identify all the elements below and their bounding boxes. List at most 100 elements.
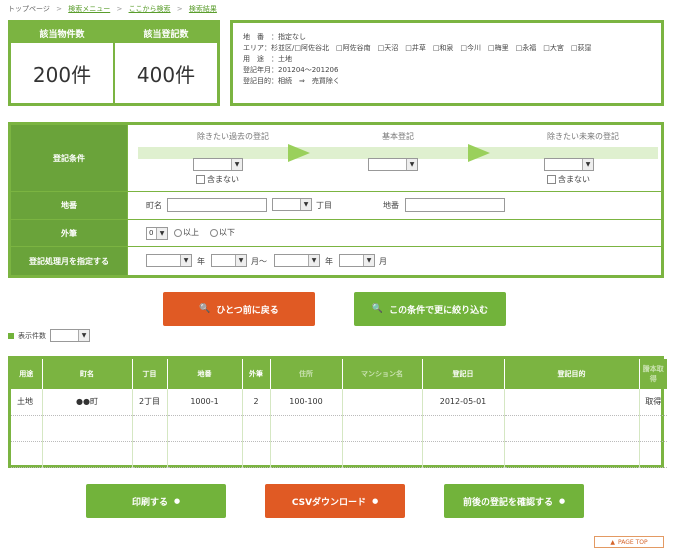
check-around-registry-button[interactable]: 前後の登記を確認する ● (444, 484, 584, 518)
col-date[interactable]: 登記日 (421, 359, 504, 389)
registry-condition-row: 登記条件 除きたい過去の登記 基本登記 除きたい未来の登記 ▼ ▼ ▼ 含まない… (11, 125, 661, 192)
chiban-label: 地番 (11, 192, 128, 219)
period-row: 登記処理月を指定する ▼ 年 ▼ 月〜 ▼ 年 ▼ 月 (11, 247, 661, 275)
results-table: 用途 町名 丁目 地番 外筆 住所 マンション名 登記日 登記目的 謄本取得 土… (8, 356, 667, 468)
gaihitsu-select[interactable]: 0 ▼ (146, 227, 168, 240)
base-registry-heading: 基本登記 (382, 132, 414, 141)
chevron-down-icon: ▼ (180, 255, 191, 266)
future-exclude-option: 含まない (547, 174, 590, 185)
chome-select[interactable]: ▼ (272, 198, 312, 211)
chevron-down-icon: ▼ (235, 255, 246, 266)
cell-transcript-link[interactable]: 取得 (638, 389, 667, 416)
above-radio[interactable] (174, 228, 182, 237)
period-label: 登記処理月を指定する (11, 247, 128, 275)
property-count-label: 該当物件数 (11, 23, 113, 43)
chevron-down-icon: ▼ (363, 255, 374, 266)
end-month-select[interactable]: ▼ (339, 254, 375, 267)
base-registry-select[interactable]: ▼ (368, 158, 418, 171)
up-arrow-icon: ▲ (610, 538, 616, 546)
condition-period: 登記年月：201204〜201206 (243, 66, 339, 74)
flow-arrow-icon (288, 144, 310, 162)
col-town[interactable]: 町名 (41, 359, 132, 389)
col-mansion: マンション名 (341, 359, 422, 389)
lot-number-input[interactable] (405, 198, 505, 212)
per-page-control: 表示件数 ▼ (8, 329, 90, 342)
col-transcript: 謄本取得 (638, 359, 667, 389)
chevron-down-icon: ▼ (231, 159, 242, 170)
search-conditions-summary: 地 番 ：指定なし エリア：杉並区/□阿佐谷北 □阿佐谷南 □天沼 □井草 □和… (230, 20, 664, 106)
breadcrumb-top[interactable]: トップページ (8, 5, 50, 13)
registry-count: 該当登記数 400件 (113, 23, 217, 103)
condition-chiban: 地 番 ：指定なし (243, 33, 306, 41)
flow-arrow-icon (468, 144, 490, 162)
breadcrumb-from-link[interactable]: ここから検索 (129, 5, 171, 13)
condition-usage: 用 途 ：土地 (243, 55, 292, 63)
gaihitsu-row: 外筆 0 ▼ 以上 以下 (11, 220, 661, 247)
past-registry-heading: 除きたい過去の登記 (197, 132, 269, 141)
breadcrumb-menu-link[interactable]: 検索メニュー (68, 5, 110, 13)
future-registry-heading: 除きたい未来の登記 (547, 132, 619, 141)
chevron-down-icon: ▼ (300, 199, 311, 210)
property-count: 該当物件数 200件 (11, 23, 113, 103)
condition-area: エリア：杉並区/□阿佐谷北 □阿佐谷南 □天沼 □井草 □和泉 □今川 □梅里 … (243, 44, 592, 52)
print-button[interactable]: 印刷する ● (86, 484, 226, 518)
chevron-down-icon: ▼ (308, 255, 319, 266)
back-button[interactable]: 🔍 ひとつ前に戻る (163, 292, 315, 326)
chevron-down-icon: ▼ (156, 228, 167, 239)
town-input[interactable] (167, 198, 267, 212)
below-radio[interactable] (210, 228, 218, 237)
col-gaihitsu[interactable]: 外筆 (241, 359, 270, 389)
refine-button[interactable]: 🔍 この条件で更に絞り込む (354, 292, 506, 326)
registry-count-value: 400件 (136, 62, 196, 87)
count-summary: 該当物件数 200件 該当登記数 400件 (8, 20, 220, 106)
cell-town: ●●町 (41, 389, 132, 416)
registry-condition-label: 登記条件 (11, 125, 128, 191)
col-chome[interactable]: 丁目 (131, 359, 167, 389)
end-year-select[interactable]: ▼ (274, 254, 320, 267)
past-exclude-checkbox[interactable] (196, 175, 205, 184)
cell-lot: 1000-1 (166, 389, 242, 416)
bullet-square-icon (8, 332, 14, 339)
col-address: 住所 (269, 359, 342, 389)
magnifier-icon: 🔍 (199, 304, 211, 314)
page-top-link[interactable]: ▲ PAGE TOP (594, 536, 664, 548)
circle-arrow-icon: ● (173, 497, 181, 505)
breadcrumb: トップページ > 検索メニュー > ここから検索 > 検索結果 (8, 5, 217, 13)
cell-purpose (503, 389, 639, 416)
gaihitsu-label: 外筆 (11, 220, 128, 246)
per-page-select[interactable]: ▼ (50, 329, 90, 342)
chevron-down-icon: ▼ (582, 159, 593, 170)
past-exclude-option: 含まない (196, 174, 239, 185)
circle-arrow-icon: ● (558, 497, 566, 505)
chiban-row: 地番 町名 ▼ 丁目 地番 (11, 192, 661, 220)
circle-arrow-icon: ● (372, 497, 379, 505)
start-month-select[interactable]: ▼ (211, 254, 247, 267)
col-lot[interactable]: 地番 (166, 359, 242, 389)
future-exclude-checkbox[interactable] (547, 175, 556, 184)
col-purpose[interactable]: 登記目的 (503, 359, 639, 389)
below-option[interactable]: 以下 (210, 227, 235, 238)
past-registry-select[interactable]: ▼ (193, 158, 243, 171)
future-registry-select[interactable]: ▼ (544, 158, 594, 171)
table-header-row: 用途 町名 丁目 地番 外筆 住所 マンション名 登記日 登記目的 謄本取得 (11, 359, 667, 389)
condition-purpose: 登記目的：相続 ⇒ 売買除く (243, 77, 340, 85)
chevron-down-icon: ▼ (78, 330, 89, 341)
magnifier-icon: 🔍 (371, 304, 384, 314)
cell-date: 2012-05-01 (421, 389, 504, 416)
registry-count-label: 該当登記数 (115, 23, 217, 43)
cell-mansion (341, 389, 422, 416)
above-option[interactable]: 以上 (174, 227, 199, 238)
cell-gaihitsu: 2 (241, 389, 270, 416)
table-row-empty (11, 441, 667, 468)
table-row: 土地 ●●町 2丁目 1000-1 2 100-100 2012-05-01 取… (11, 389, 667, 416)
csv-download-button[interactable]: CSVダウンロード ● (265, 484, 405, 518)
property-count-value: 200件 (32, 62, 92, 87)
cell-address: 100-100 (269, 389, 342, 416)
col-usage[interactable]: 用途 (11, 359, 42, 389)
cell-usage: 土地 (11, 389, 42, 416)
start-year-select[interactable]: ▼ (146, 254, 192, 267)
cell-chome: 2丁目 (131, 389, 167, 416)
breadcrumb-result-link[interactable]: 検索結果 (189, 5, 217, 13)
refine-form: 登記条件 除きたい過去の登記 基本登記 除きたい未来の登記 ▼ ▼ ▼ 含まない… (8, 122, 664, 278)
table-row-empty (11, 415, 667, 442)
